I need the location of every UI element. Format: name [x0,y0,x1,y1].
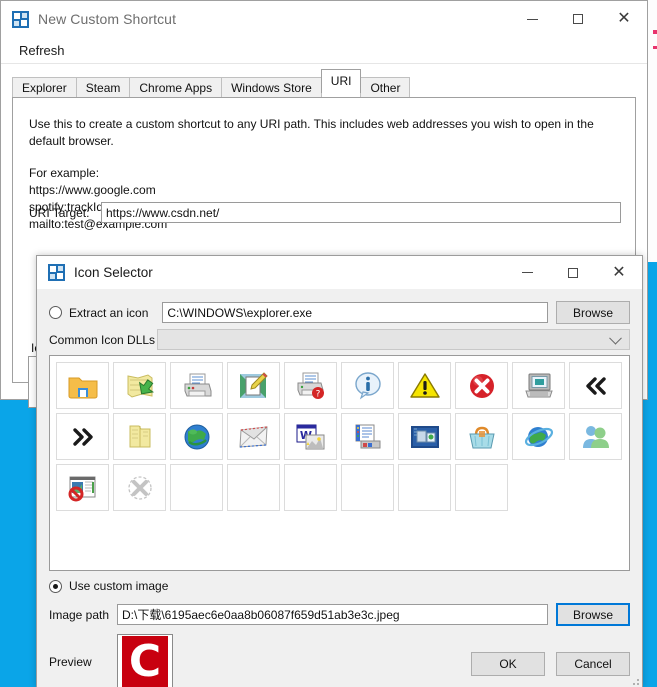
computer-icon[interactable] [512,362,565,409]
dialog-title: Icon Selector [74,265,153,280]
empty-cell[interactable] [284,464,337,511]
extract-an-icon-radio[interactable] [49,306,62,319]
tab-windows-store[interactable]: Windows Store [221,77,322,97]
empty-cell[interactable] [341,464,394,511]
warning-triangle-icon[interactable] [398,362,451,409]
use-custom-image-label: Use custom image [69,579,169,593]
information-balloon-icon[interactable] [341,362,394,409]
csdn-logo: C [122,636,168,687]
dialog-body: Extract an icon Browse Common Icon DLLs [37,289,642,687]
use-custom-image-radio[interactable] [49,579,62,593]
word-document-icon[interactable]: W [284,413,337,460]
open-folder-icon[interactable] [113,413,166,460]
image-path-label: Image path [49,607,110,622]
dialog-action-buttons: OK Cancel [471,652,630,676]
double-chevron-left-icon[interactable] [569,362,622,409]
main-menubar: Refresh [1,37,647,64]
folder-icon[interactable] [56,362,109,409]
shopping-basket-icon[interactable] [455,413,508,460]
image-path-browse-button[interactable]: Browse [556,603,630,626]
chevron-down-icon [609,331,622,345]
map-arrow-icon[interactable] [113,362,166,409]
tab-explorer[interactable]: Explorer [12,77,77,97]
server-list-icon[interactable] [341,413,394,460]
blocked-window-icon[interactable] [56,464,109,511]
close-button[interactable]: ✕ [601,1,647,37]
main-window-controls: ✕ [509,1,647,37]
uri-target-input[interactable] [101,202,621,223]
dialog-close-button[interactable]: ✕ [596,256,642,289]
ok-button[interactable]: OK [471,652,545,676]
internet-globe-icon[interactable] [512,413,565,460]
tab-other[interactable]: Other [360,77,411,97]
empty-cell[interactable] [455,464,508,511]
menu-item-refresh[interactable]: Refresh [15,41,69,60]
tab-steam[interactable]: Steam [75,77,131,97]
app-puzzle-icon [12,10,29,28]
use-custom-image-row: Use custom image [49,579,182,593]
common-icon-dlls-select[interactable] [157,329,630,350]
uri-target-label: URI Target: [29,205,90,220]
dialog-minimize-button[interactable] [504,256,550,289]
example-google: https://www.google.com [29,182,156,197]
users-group-icon[interactable] [569,413,622,460]
mail-envelope-icon[interactable] [227,413,280,460]
common-icon-dlls-label: Common Icon DLLs [49,332,156,347]
globe-icon[interactable] [170,413,223,460]
uri-description: Use this to create a custom shortcut to … [29,117,594,149]
examples-heading: For example: [29,165,100,180]
preview-label: Preview [49,655,92,669]
svg-text:?: ? [315,389,320,399]
empty-cell[interactable] [227,464,280,511]
app-puzzle-icon [48,264,65,281]
preview-image-box: C [117,634,173,687]
empty-cell[interactable] [170,464,223,511]
extract-path-input[interactable] [162,302,548,323]
image-path-row: Image path Browse [49,603,630,626]
screen-root: New Custom Shortcut ✕ Refresh Explorer S… [0,0,657,687]
printer-icon[interactable] [170,362,223,409]
extract-browse-button[interactable]: Browse [556,301,630,324]
common-icon-dlls-row: Common Icon DLLs [49,329,630,350]
maximize-button[interactable] [555,1,601,37]
dialog-maximize-button[interactable] [550,256,596,289]
uri-target-row: URI Target: [29,202,621,223]
dialog-titlebar: Icon Selector ✕ [37,256,642,289]
network-card-icon[interactable] [398,413,451,460]
extract-an-icon-label: Extract an icon [69,305,149,320]
main-titlebar: New Custom Shortcut ✕ [1,1,647,37]
preview-row: Preview C [49,634,173,687]
edit-document-icon[interactable] [227,362,280,409]
icon-grid: ? [50,356,629,511]
dialog-window-controls: ✕ [504,256,642,289]
tab-chrome-apps[interactable]: Chrome Apps [129,77,223,97]
extract-icon-row: Extract an icon Browse [49,301,630,324]
printer-help-icon[interactable]: ? [284,362,337,409]
disabled-cross-icon[interactable] [113,464,166,511]
error-cross-icon[interactable] [455,362,508,409]
empty-cell[interactable] [398,464,451,511]
cancel-button[interactable]: Cancel [556,652,630,676]
resize-grip[interactable] [629,675,639,685]
minimize-button[interactable] [509,1,555,37]
icon-selector-dialog: Icon Selector ✕ Extract an icon Browse C… [36,255,643,687]
window-title: New Custom Shortcut [38,11,177,27]
tabstrip: Explorer Steam Chrome Apps Windows Store… [1,69,647,97]
icon-grid-panel[interactable]: ? [49,355,630,571]
tab-uri[interactable]: URI [320,69,362,93]
double-chevron-right-icon[interactable] [56,413,109,460]
image-path-input[interactable] [117,604,548,625]
